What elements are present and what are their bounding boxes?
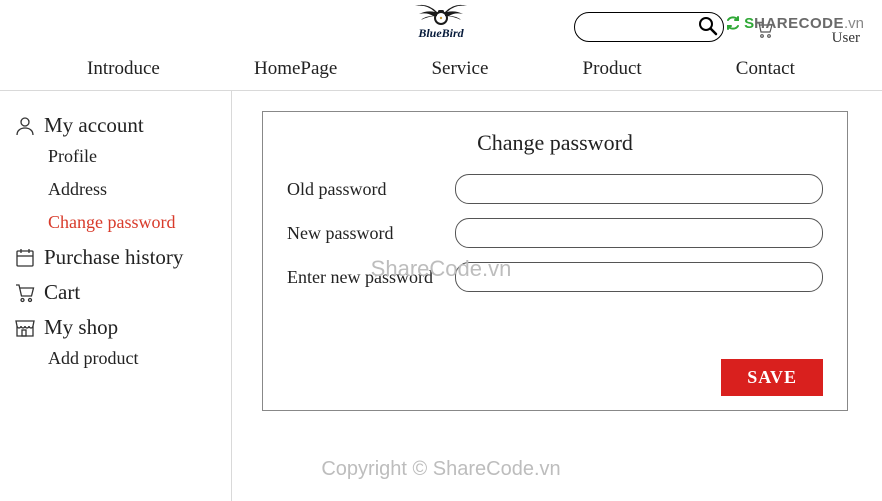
site-logo[interactable]: BlueBird	[413, 2, 469, 41]
logo-wings-icon	[413, 2, 469, 28]
sidebar: My account Profile Address Change passwo…	[0, 91, 232, 501]
search-wrap	[574, 12, 724, 42]
sidebar-cart[interactable]: Cart	[14, 280, 223, 305]
confirm-password-label: Enter new password	[287, 267, 455, 288]
sidebar-my-account[interactable]: My account	[14, 113, 223, 138]
logo-text: BlueBird	[413, 26, 469, 41]
cart-icon	[14, 282, 36, 304]
brand-suffix: .vn	[844, 15, 864, 32]
new-password-input[interactable]	[455, 218, 823, 248]
old-password-input[interactable]	[455, 174, 823, 204]
sidebar-add-product[interactable]: Add product	[14, 348, 223, 369]
nav-homepage[interactable]: HomePage	[254, 58, 337, 80]
confirm-password-input[interactable]	[455, 262, 823, 292]
change-password-panel: Change password Old password New passwor…	[262, 111, 848, 411]
sidebar-purchase-history[interactable]: Purchase history	[14, 245, 223, 270]
search-button[interactable]	[698, 16, 718, 39]
calendar-icon	[14, 247, 36, 269]
sidebar-my-shop[interactable]: My shop	[14, 315, 223, 340]
user-icon	[14, 115, 36, 137]
sidebar-profile[interactable]: Profile	[14, 146, 223, 167]
sidebar-my-shop-label: My shop	[44, 315, 118, 340]
search-icon	[698, 16, 718, 36]
nav-product[interactable]: Product	[583, 58, 642, 80]
save-button[interactable]: SAVE	[721, 359, 823, 396]
old-password-label: Old password	[287, 179, 455, 200]
nav-introduce[interactable]: Introduce	[87, 58, 160, 80]
sidebar-cart-label: Cart	[44, 280, 80, 305]
brand-txt: HARECODE	[754, 15, 844, 32]
sidebar-purchase-history-label: Purchase history	[44, 245, 183, 270]
recycle-icon	[724, 14, 742, 32]
new-password-label: New password	[287, 223, 455, 244]
brand-s: S	[744, 15, 754, 32]
sidebar-change-password[interactable]: Change password	[14, 212, 223, 233]
panel-title: Change password	[287, 130, 823, 156]
nav-contact[interactable]: Contact	[736, 58, 795, 80]
shop-icon	[14, 317, 36, 339]
main-nav: Introduce HomePage Service Product Conta…	[0, 54, 882, 91]
sidebar-account-label: My account	[44, 113, 144, 138]
nav-service[interactable]: Service	[431, 58, 488, 80]
user-label[interactable]: User	[832, 30, 860, 47]
sidebar-address[interactable]: Address	[14, 179, 223, 200]
